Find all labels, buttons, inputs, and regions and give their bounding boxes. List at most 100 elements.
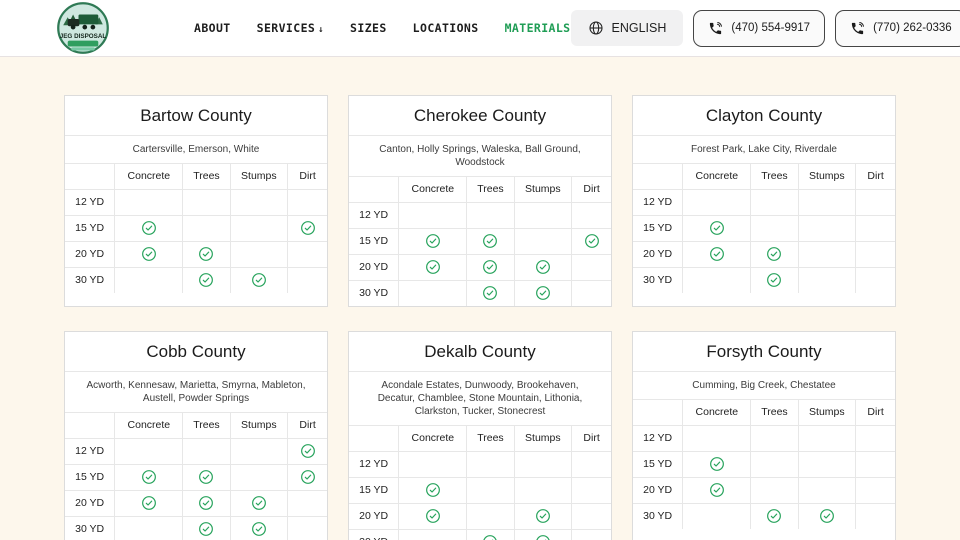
availability-cell xyxy=(751,267,798,293)
check-circle-icon xyxy=(300,443,316,459)
availability-cell xyxy=(514,477,572,503)
nav-item-locations[interactable]: LOCATIONS xyxy=(413,21,479,35)
check-circle-icon xyxy=(198,495,214,511)
column-header: Concrete xyxy=(115,164,183,189)
availability-cell xyxy=(115,267,183,293)
row-label: 30 YD xyxy=(633,267,683,293)
table-row: 12 YD xyxy=(349,451,611,477)
availability-cell xyxy=(467,280,514,306)
availability-cell xyxy=(514,202,572,228)
county-card: Bartow CountyCartersville, Emerson, Whit… xyxy=(64,95,328,307)
availability-cell xyxy=(288,267,327,293)
availability-cell xyxy=(572,228,611,254)
table-row: 30 YD xyxy=(65,516,327,540)
availability-cell xyxy=(856,425,895,451)
nav-item-about[interactable]: ABOUT xyxy=(194,21,231,35)
phone-button-1[interactable]: (470) 554-9917 xyxy=(693,10,825,47)
table-row: 15 YD xyxy=(633,451,895,477)
check-circle-icon xyxy=(482,285,498,301)
county-title: Forsyth County xyxy=(633,332,895,372)
availability-cell xyxy=(798,189,856,215)
row-label: 30 YD xyxy=(349,529,399,540)
column-header: Dirt xyxy=(572,177,611,202)
check-circle-icon xyxy=(819,508,835,524)
availability-cell xyxy=(751,477,798,503)
row-label: 15 YD xyxy=(633,215,683,241)
availability-cell xyxy=(399,280,467,306)
availability-cell xyxy=(856,241,895,267)
availability-cell xyxy=(751,503,798,529)
main-nav: ABOUT SERVICES↓ SIZES LOCATIONS MATERIAL… xyxy=(194,21,571,35)
phone-number: (770) 262-0336 xyxy=(873,22,952,34)
check-circle-icon xyxy=(141,220,157,236)
check-circle-icon xyxy=(141,495,157,511)
availability-table: ConcreteTreesStumpsDirt12 YD15 YD20 YD30… xyxy=(65,413,327,540)
county-cities: Forest Park, Lake City, Riverdale xyxy=(633,136,895,164)
row-label: 20 YD xyxy=(65,241,115,267)
availability-cell xyxy=(751,451,798,477)
availability-cell xyxy=(798,503,856,529)
table-row: 30 YD xyxy=(349,529,611,540)
table-row: 30 YD xyxy=(65,267,327,293)
availability-cell xyxy=(230,215,288,241)
row-label: 20 YD xyxy=(349,503,399,529)
check-circle-icon xyxy=(198,469,214,485)
column-header: Stumps xyxy=(514,177,572,202)
county-title: Cobb County xyxy=(65,332,327,372)
availability-cell xyxy=(683,267,751,293)
row-label: 20 YD xyxy=(349,254,399,280)
row-label: 12 YD xyxy=(65,438,115,464)
logo[interactable]: JEG DISPOSAL xyxy=(56,1,110,55)
availability-cell xyxy=(288,189,327,215)
check-circle-icon xyxy=(709,482,725,498)
availability-cell xyxy=(288,438,327,464)
county-cities: Cumming, Big Creek, Chestatee xyxy=(633,372,895,400)
column-header: Stumps xyxy=(798,164,856,189)
availability-cell xyxy=(183,267,230,293)
availability-cell xyxy=(399,228,467,254)
column-header: Trees xyxy=(183,164,230,189)
availability-cell xyxy=(683,425,751,451)
availability-cell xyxy=(399,254,467,280)
check-circle-icon xyxy=(141,246,157,262)
availability-cell xyxy=(115,516,183,540)
check-circle-icon xyxy=(482,534,498,540)
phone-icon xyxy=(708,21,723,36)
availability-cell xyxy=(467,254,514,280)
availability-cell xyxy=(399,477,467,503)
chevron-down-icon: ↓ xyxy=(318,25,324,35)
check-circle-icon xyxy=(535,534,551,540)
table-row: 15 YD xyxy=(349,477,611,503)
availability-cell xyxy=(856,189,895,215)
language-button[interactable]: ENGLISH xyxy=(571,10,684,46)
table-row: 12 YD xyxy=(633,189,895,215)
availability-cell xyxy=(288,516,327,540)
column-header: Dirt xyxy=(288,413,327,438)
availability-cell xyxy=(467,451,514,477)
county-cities: Cartersville, Emerson, White xyxy=(65,136,327,164)
availability-cell xyxy=(572,202,611,228)
column-header: Dirt xyxy=(856,164,895,189)
nav-item-services[interactable]: SERVICES↓ xyxy=(257,21,324,35)
availability-cell xyxy=(514,451,572,477)
corner-cell xyxy=(349,426,399,451)
check-circle-icon xyxy=(709,246,725,262)
column-header: Concrete xyxy=(683,400,751,425)
phone-button-2[interactable]: (770) 262-0336 xyxy=(835,10,960,47)
availability-cell xyxy=(798,241,856,267)
check-circle-icon xyxy=(535,259,551,275)
check-circle-icon xyxy=(482,233,498,249)
availability-cell xyxy=(798,451,856,477)
availability-cell xyxy=(230,189,288,215)
language-label: ENGLISH xyxy=(612,21,667,35)
column-header: Stumps xyxy=(798,400,856,425)
availability-cell xyxy=(751,425,798,451)
availability-cell xyxy=(183,438,230,464)
nav-item-materials[interactable]: MATERIALS xyxy=(505,21,571,35)
nav-item-sizes[interactable]: SIZES xyxy=(350,21,387,35)
header-controls: ENGLISH (470) 554-9917 (770) 262-0336 xyxy=(571,10,960,47)
availability-cell xyxy=(856,215,895,241)
availability-cell xyxy=(115,189,183,215)
availability-table: ConcreteTreesStumpsDirt12 YD15 YD20 YD30… xyxy=(633,164,895,293)
column-header: Concrete xyxy=(115,413,183,438)
